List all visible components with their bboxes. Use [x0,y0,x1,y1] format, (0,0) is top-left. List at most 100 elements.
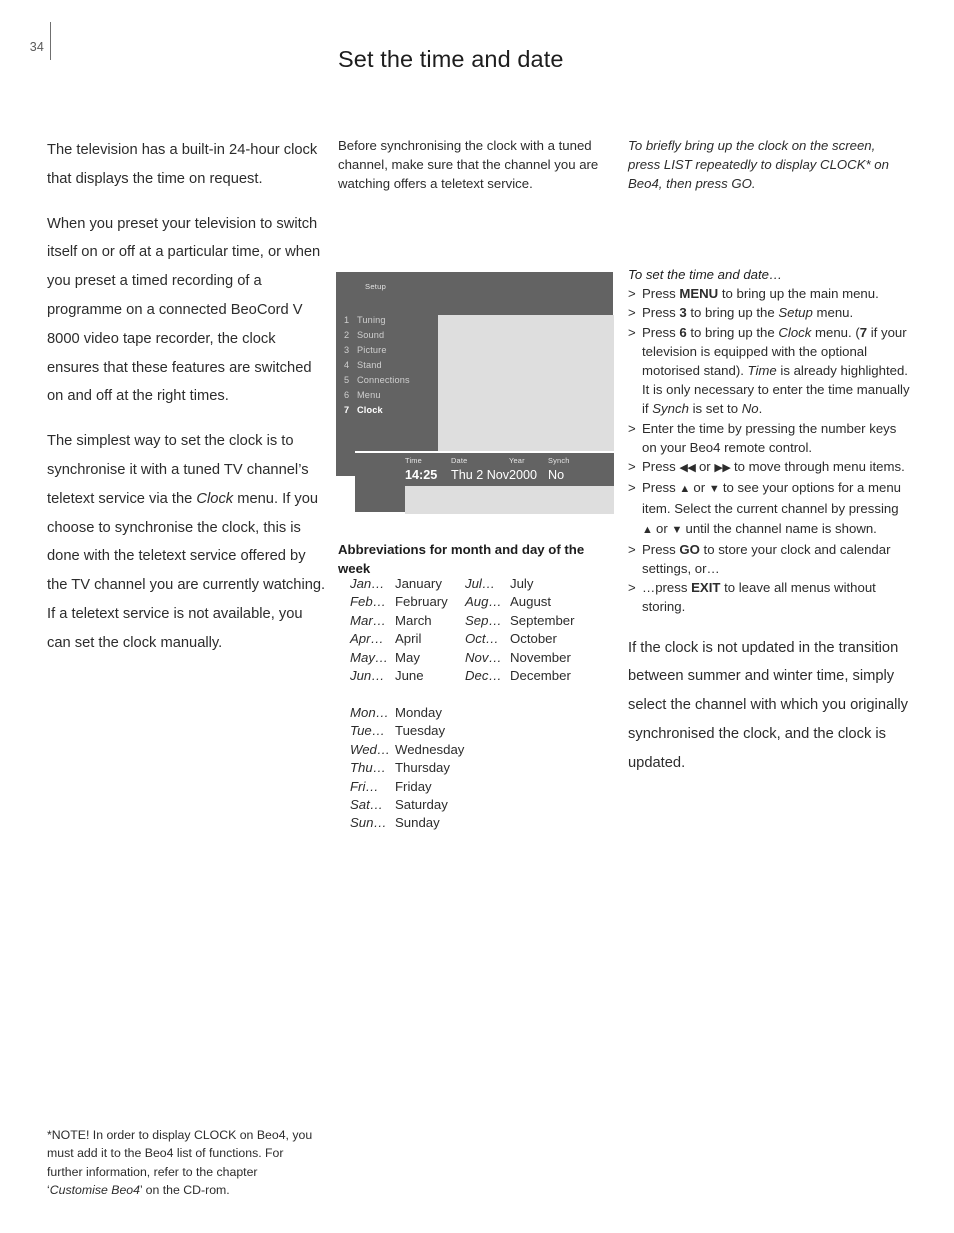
tv-menu-item-label: Clock [357,405,383,416]
abbreviation-ab2: Sep… [465,612,502,628]
tv-clock-header-time: Time [405,456,422,465]
step-marker: > [628,286,636,302]
step-text: Press ◀◀ or ▶▶ to move through menu item… [642,459,905,475]
abbreviation-row: Tue… Tuesday [338,723,613,741]
abbreviation-row: Fri… Friday [338,779,613,797]
abbreviation-full2: July [510,576,534,591]
step-marker: > [628,459,636,475]
abbreviation-ab: Sat… [350,796,383,812]
footnote-italic-title: Customise Beo4 [49,1183,140,1198]
abbreviation-full: Tuesday [395,723,446,739]
abbreviation-full2: December [510,667,571,683]
tv-menu-screenshot-figure: Setup 1 Tuning 2 Sound 3 Picture 4 Stand 5 Connec… [336,272,614,514]
abbreviation-ab: Jan… [350,576,385,591]
tv-menu-item-label: Tuning [357,314,386,325]
abbreviation-full: February [395,594,448,610]
tv-menu-item-number: 7 [344,405,350,416]
step-marker: > [628,580,636,596]
tv-menu-item-number: 2 [344,329,350,340]
abbreviations-days-table: Mon… Monday Tue… Tuesday Wed… Wednesday Thu… Th… [338,705,613,834]
step-marker: > [628,420,636,436]
step-marker: > [628,324,636,340]
left-paragraph-1: The television has a built-in 24-hour cl… [47,142,318,187]
abbreviation-full: Friday [395,778,432,794]
tv-menu-item-sound[interactable]: 2 Sound [344,327,439,342]
abbreviation-ab: Mon… [350,705,389,720]
abbreviation-ab: Mar… [350,612,386,628]
abbreviation-ab2: Aug… [465,594,502,610]
abbreviation-row: Sun… Sunday [338,815,613,833]
abbreviation-full: Saturday [395,796,448,812]
step-text: Press 3 to bring up the Setup menu. [642,305,854,321]
abbreviation-ab: Apr… [350,631,384,647]
page-title: Set the time and date [338,45,564,72]
step-text: Press 6 to bring up the Clock menu. (7 i… [642,324,910,417]
tv-menu-item-menu[interactable]: 6 Menu [344,387,439,402]
tv-menu-item-number: 5 [344,374,350,385]
tv-menu-item-number: 1 [344,314,350,325]
abbreviation-ab: Thu… [350,760,386,776]
tv-menu-item-number: 4 [344,359,350,370]
abbreviation-ab: Sun… [350,815,387,831]
abbreviation-row: Mar… March Sep… September [338,613,613,631]
left-p3-part2: menu. If you choose to synchronise the c… [47,490,326,651]
abbreviation-full: May [395,649,420,665]
tv-setup-title: Setup [365,282,387,291]
step-item: > Press MENU to bring up the main menu. [628,284,910,303]
step-item: > Press 6 to bring up the Clock menu. (7 … [628,323,910,419]
step-item: > …press EXIT to leave all menus without … [628,578,910,616]
abbreviation-ab: Feb… [350,594,386,610]
abbreviation-row: Apr… April Oct… October [338,631,613,649]
abbreviation-ab: May… [350,649,389,665]
tv-menu-item-clock[interactable]: 7 Clock [344,403,439,418]
tv-menu-item-label: Picture [357,344,387,355]
abbreviation-row: Wed… Wednesday [338,742,613,760]
abbreviation-full: Monday [395,705,442,720]
step-text: Press ▲ or ▼ to see your options for a m… [642,480,902,536]
step-text: Enter the time by pressing the number ke… [642,420,897,455]
step-marker: > [628,305,636,321]
header-vertical-rule [50,22,51,60]
abbreviation-ab2: Oct… [465,631,499,647]
tv-clock-fields: Time Date Year Synch 14:25 Thu 2 Nov 200… [405,456,605,484]
abbreviation-ab: Jun… [350,667,385,683]
tv-menu-item-tuning[interactable]: 1 Tuning [344,312,439,327]
abbreviation-full: January [395,576,442,591]
tv-clock-header-row: Time Date Year Synch [405,456,605,468]
abbreviation-ab: Tue… [350,723,385,739]
tv-menu-item-number: 6 [344,390,350,401]
abbreviation-row: Thu… Thursday [338,760,613,778]
tv-menu-item-connections[interactable]: 5 Connections [344,372,439,387]
abbreviation-ab2: Jul… [465,576,496,591]
tv-clock-content-area [405,486,614,514]
abbreviation-ab2: Nov… [465,649,502,665]
tv-menu-item-picture[interactable]: 3 Picture [344,342,439,357]
tv-clock-value-year: 2000 [509,468,538,482]
abbreviation-row: Mon… Monday [338,705,613,723]
left-p3-italic-clock: Clock [196,490,234,507]
step-text: Press GO to store your clock and calenda… [642,541,891,577]
tv-menu-item-number: 3 [344,344,350,355]
right-column: To briefly bring up the clock on the scr… [628,136,908,210]
abbreviation-full: Wednesday [395,741,465,757]
left-paragraph-3: The simplest way to set the clock is to … [47,427,327,657]
step-item: > Press ◀◀ or ▶▶ to move through menu ite… [628,457,910,478]
footnote-part2: ’ on the CD-rom. [139,1183,230,1198]
abbreviation-full: March [395,612,432,628]
tv-menu-item-stand[interactable]: 4 Stand [344,357,439,372]
tv-menu-item-label: Sound [357,329,385,340]
step-item: > Enter the time by pressing the number k… [628,419,910,457]
tv-setup-menu-panel: Setup 1 Tuning 2 Sound 3 Picture 4 Stand 5 Connec… [336,272,614,493]
abbreviation-full: April [395,631,422,647]
page-number: 34 [29,40,44,54]
steps-heading: To set the time and date… [628,267,783,282]
steps-list: > Press MENU to bring up the main menu. > P… [628,284,910,616]
left-paragraph-2: When you preset your television to switc… [47,215,321,405]
abbreviation-ab2: Dec… [465,667,502,683]
step-item: > Press ▲ or ▼ to see your options for a … [628,478,910,540]
abbreviations-heading: Abbreviations for month and day of the w… [338,542,585,577]
tv-menu-item-label: Stand [357,359,382,370]
tv-clock-value-row: 14:25 Thu 2 Nov 2000 No [405,468,605,484]
tv-menu-list: 1 Tuning 2 Sound 3 Picture 4 Stand 5 Connections 6… [344,312,439,418]
abbreviation-row: Sat… Saturday [338,797,613,815]
